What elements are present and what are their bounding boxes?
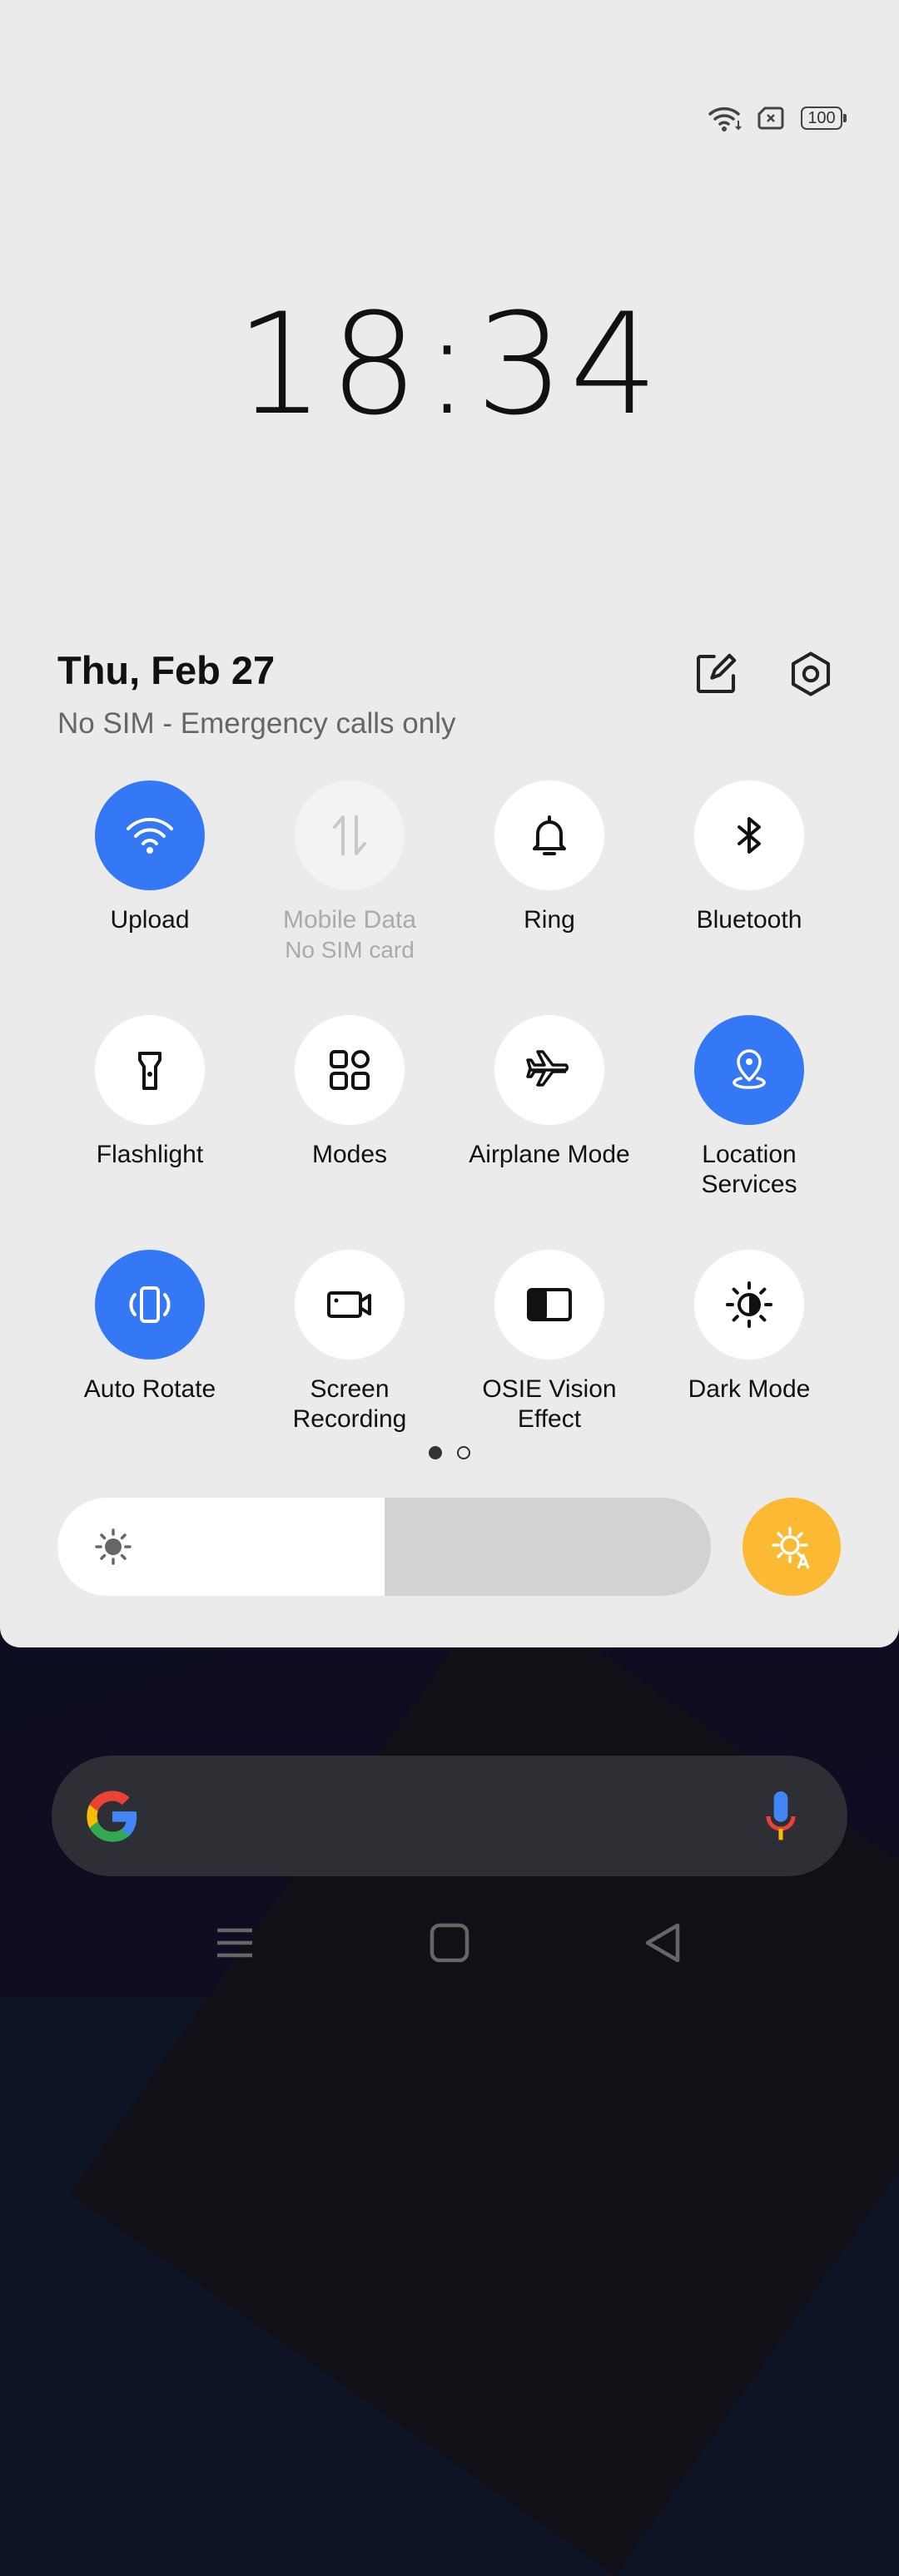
tile-bluetooth-button[interactable] bbox=[694, 780, 804, 890]
bluetooth-icon bbox=[738, 817, 761, 854]
back-icon[interactable] bbox=[638, 1918, 688, 1968]
tile-screen-recording-button[interactable] bbox=[295, 1250, 405, 1360]
tile-screen-recording[interactable]: Screen Recording bbox=[250, 1250, 450, 1434]
auto-brightness-icon bbox=[772, 1527, 810, 1569]
google-search-bar[interactable] bbox=[52, 1756, 847, 1876]
tile-label: Flashlight bbox=[96, 1141, 204, 1168]
airplane-icon bbox=[526, 1050, 569, 1087]
edit-icon[interactable] bbox=[693, 651, 739, 697]
battery-icon: 100 bbox=[801, 107, 847, 130]
tile-label: Mobile Data bbox=[282, 906, 417, 934]
tile-mobile-data-button[interactable] bbox=[295, 780, 405, 890]
mic-icon[interactable] bbox=[764, 1787, 797, 1845]
tile-location-services-button[interactable] bbox=[694, 1015, 804, 1125]
flashlight-icon bbox=[138, 1052, 161, 1090]
tile-mobile-data[interactable]: Mobile Data No SIM card bbox=[250, 780, 450, 965]
settings-icon[interactable] bbox=[787, 651, 834, 697]
tile-osie-vision-effect[interactable]: OSIE Vision Effect bbox=[450, 1250, 649, 1434]
tile-upload[interactable]: Upload bbox=[50, 780, 250, 935]
modes-grid-icon bbox=[330, 1050, 370, 1090]
status-bar-icons: 100 bbox=[708, 102, 847, 135]
tile-location-services[interactable]: Location Services bbox=[649, 1015, 849, 1200]
tile-modes[interactable]: Modes bbox=[250, 1015, 450, 1170]
brightness-icon bbox=[95, 1528, 132, 1565]
google-icon bbox=[87, 1791, 137, 1842]
tile-label: Upload bbox=[110, 906, 190, 934]
tile-upload-button[interactable] bbox=[95, 780, 205, 890]
navigation-bar bbox=[0, 1897, 899, 1997]
wifi-icon bbox=[708, 107, 742, 131]
dark-mode-icon bbox=[726, 1281, 772, 1328]
tile-auto-rotate-button[interactable] bbox=[95, 1250, 205, 1360]
tile-label: Auto Rotate bbox=[83, 1375, 216, 1403]
wifi-icon bbox=[127, 817, 173, 854]
tile-flashlight[interactable]: Flashlight bbox=[50, 1015, 250, 1170]
tile-modes-button[interactable] bbox=[295, 1015, 405, 1125]
brightness-slider[interactable] bbox=[57, 1498, 711, 1596]
tile-label: Modes bbox=[311, 1141, 388, 1168]
location-icon bbox=[733, 1049, 766, 1089]
tile-ring-button[interactable] bbox=[494, 780, 604, 890]
tile-label: Dark Mode bbox=[688, 1375, 811, 1403]
home-button-icon[interactable] bbox=[425, 1918, 474, 1968]
wallpaper-shape bbox=[69, 1581, 899, 2576]
tile-label: Airplane Mode bbox=[469, 1141, 630, 1168]
tile-airplane-mode-button[interactable] bbox=[494, 1015, 604, 1125]
menu-icon[interactable] bbox=[210, 1918, 260, 1968]
tile-bluetooth[interactable]: Bluetooth bbox=[649, 780, 849, 935]
tile-auto-rotate[interactable]: Auto Rotate bbox=[50, 1250, 250, 1404]
tile-osie-vision-effect-button[interactable] bbox=[494, 1250, 604, 1360]
date-label[interactable]: Thu, Feb 27 bbox=[57, 647, 275, 693]
auto-brightness-button[interactable] bbox=[743, 1498, 841, 1596]
tile-ring[interactable]: Ring bbox=[450, 780, 649, 935]
quick-settings-panel: 100 18:34 Thu, Feb 27 No SIM - Emergency… bbox=[0, 0, 899, 1647]
tile-label: Ring bbox=[524, 906, 575, 934]
tile-airplane-mode[interactable]: Airplane Mode bbox=[450, 1015, 649, 1170]
vision-effect-icon bbox=[527, 1288, 572, 1321]
page-dot[interactable] bbox=[457, 1446, 470, 1459]
screen-recording-icon bbox=[327, 1291, 371, 1318]
page-dot[interactable] bbox=[429, 1446, 442, 1459]
tile-label: OSIE Vision Effect bbox=[482, 1375, 617, 1433]
tile-label: Location Services bbox=[701, 1141, 797, 1198]
page-indicator bbox=[0, 1446, 899, 1459]
sim-status: No SIM - Emergency calls only bbox=[57, 707, 456, 740]
bell-icon bbox=[533, 815, 566, 855]
mobile-data-icon bbox=[333, 815, 366, 855]
tile-dark-mode-button[interactable] bbox=[694, 1250, 804, 1360]
clock[interactable]: 18:34 bbox=[0, 283, 899, 446]
tile-flashlight-button[interactable] bbox=[95, 1015, 205, 1125]
no-sim-icon bbox=[757, 107, 784, 130]
tile-dark-mode[interactable]: Dark Mode bbox=[649, 1250, 849, 1404]
tile-label: Screen Recording bbox=[292, 1375, 407, 1433]
tile-label: Bluetooth bbox=[696, 906, 802, 934]
tile-sublabel: No SIM card bbox=[285, 937, 415, 963]
auto-rotate-icon bbox=[129, 1286, 171, 1323]
